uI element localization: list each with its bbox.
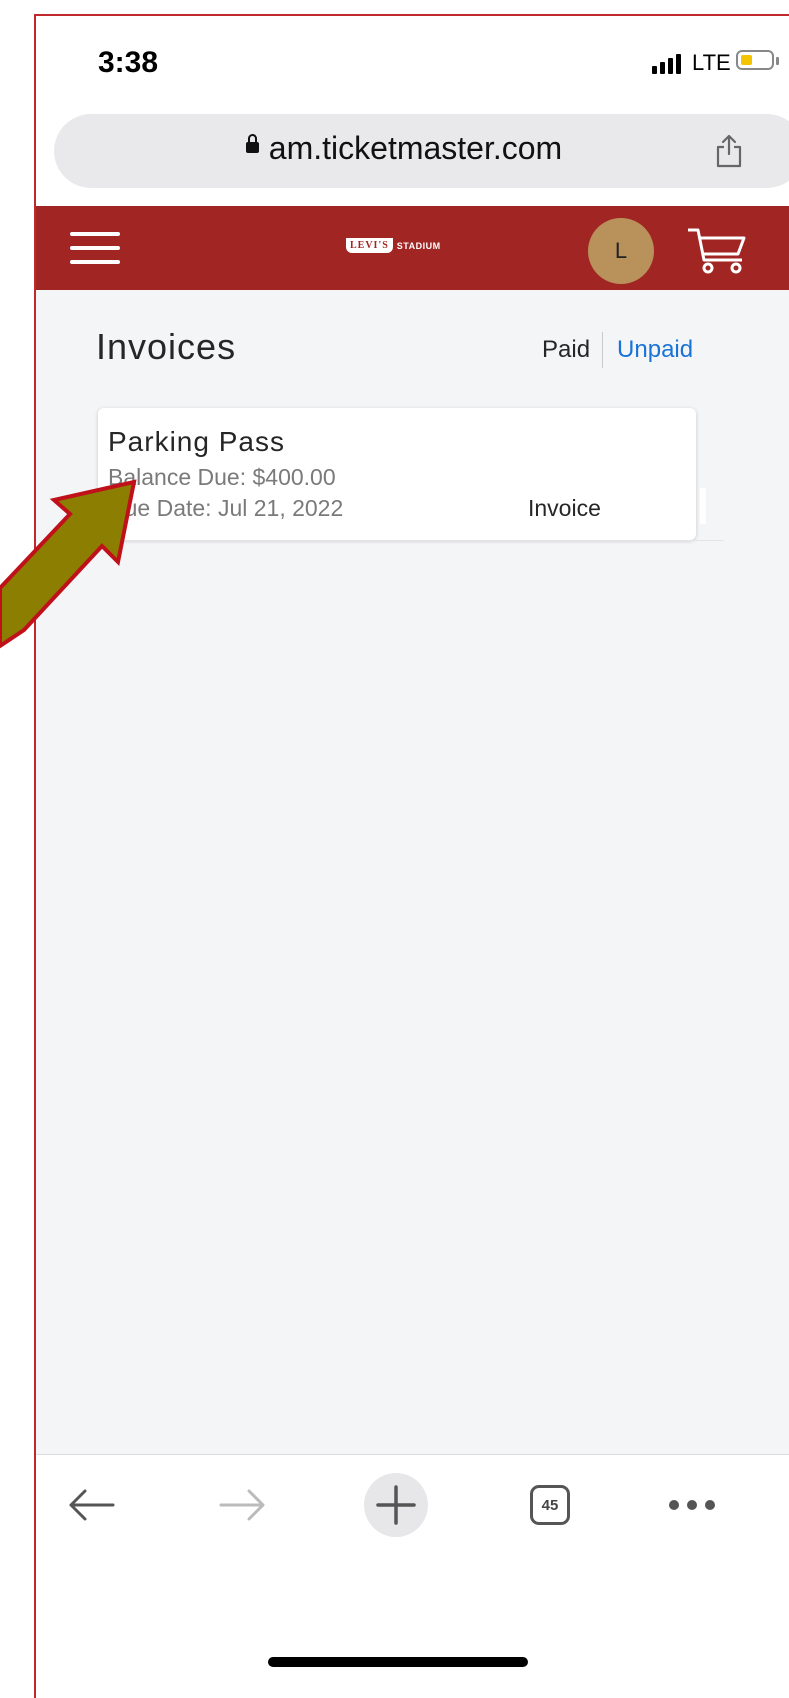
more-dot-icon xyxy=(687,1500,697,1510)
network-type: LTE xyxy=(692,50,731,75)
invoice-title: Parking Pass xyxy=(108,426,285,457)
new-tab-button[interactable] xyxy=(364,1473,428,1537)
url-text-wrap: am.ticketmaster.com xyxy=(54,130,754,167)
battery-icon xyxy=(736,50,774,70)
logo-subtext: STADIUM xyxy=(396,240,441,251)
site-header: LEVI'S STADIUM L xyxy=(36,206,789,290)
filter-paid[interactable]: Paid xyxy=(542,336,602,364)
signal-icon xyxy=(652,54,681,74)
phone-frame: 3:38 LTE am.ticketmaster.com LEVI'S STAD… xyxy=(34,14,789,1698)
battery-tip xyxy=(776,57,779,65)
invoice-filter: Paid Unpaid xyxy=(542,332,693,368)
tabs-button[interactable]: 45 xyxy=(530,1485,570,1525)
invoices-page: Invoices Paid Unpaid Parking Pass Balanc… xyxy=(36,290,789,1454)
logo-wordmark: LEVI'S xyxy=(346,238,393,253)
more-options-button[interactable] xyxy=(662,1473,722,1537)
forward-button[interactable] xyxy=(218,1473,268,1537)
url-text: am.ticketmaster.com xyxy=(268,130,563,166)
plus-icon xyxy=(376,1485,416,1525)
annotation-arrow-icon xyxy=(0,479,137,649)
invoice-card[interactable]: Parking Pass Balance Due: $400.00 Due Da… xyxy=(98,408,696,540)
more-dot-icon xyxy=(669,1500,679,1510)
status-time: 3:38 xyxy=(98,46,159,79)
back-arrow-icon xyxy=(69,1489,115,1521)
card-edge xyxy=(700,488,706,524)
browser-toolbar: 45 xyxy=(36,1454,789,1698)
home-indicator[interactable] xyxy=(268,1657,528,1667)
share-icon[interactable] xyxy=(714,134,744,168)
status-bar: 3:38 LTE xyxy=(36,16,789,116)
forward-arrow-icon xyxy=(219,1489,265,1521)
address-bar[interactable]: am.ticketmaster.com xyxy=(54,114,789,188)
filter-unpaid[interactable]: Unpaid xyxy=(603,336,693,364)
account-avatar[interactable]: L xyxy=(588,218,654,284)
list-divider xyxy=(98,540,724,541)
lock-icon xyxy=(245,134,259,154)
invoice-link[interactable]: Invoice xyxy=(528,495,601,522)
page-title: Invoices xyxy=(96,326,237,367)
back-button[interactable] xyxy=(66,1473,116,1537)
more-dot-icon xyxy=(705,1500,715,1510)
levis-stadium-logo[interactable]: LEVI'S STADIUM xyxy=(346,238,441,253)
menu-icon[interactable] xyxy=(70,232,120,266)
cart-icon[interactable] xyxy=(686,226,746,274)
